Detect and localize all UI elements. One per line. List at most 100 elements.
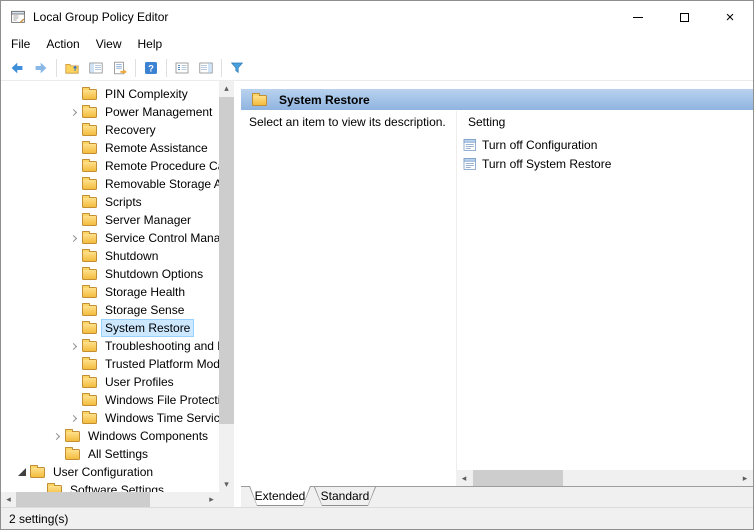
window-title: Local Group Policy Editor [33, 10, 169, 24]
tree-item-shutdown[interactable]: Shutdown [1, 247, 219, 265]
tree-item-software-settings[interactable]: Software Settings [1, 481, 219, 492]
tree-item-service-control-manag[interactable]: Service Control Manag [1, 229, 219, 247]
setting-label[interactable]: Turn off Configuration [482, 138, 597, 152]
tree-item-user-configuration[interactable]: User Configuration [1, 463, 219, 481]
tree-item-label[interactable]: Windows Components [84, 427, 212, 445]
scroll-left-button[interactable]: ◂ [1, 492, 16, 507]
chevron-collapsed-icon[interactable] [65, 414, 82, 422]
tree-item-trusted-platform-mod[interactable]: Trusted Platform Mod [1, 355, 219, 373]
tree-item-power-management[interactable]: Power Management [1, 103, 219, 121]
vertical-scroll-thumb[interactable] [219, 97, 234, 424]
horizontal-scroll-thumb[interactable] [473, 470, 563, 486]
tree-item-windows-file-protectio[interactable]: Windows File Protectio [1, 391, 219, 409]
tab-extended[interactable]: Extended [249, 486, 311, 506]
results-header: System Restore [241, 89, 753, 110]
tree-item-shutdown-options[interactable]: Shutdown Options [1, 265, 219, 283]
results-horizontal-scrollbar[interactable]: ◂ ▸ [456, 470, 753, 486]
tree-item-label[interactable]: PIN Complexity [101, 85, 192, 103]
settings-column-header[interactable]: Setting [468, 115, 505, 129]
tree-item-troubleshooting-and-d[interactable]: Troubleshooting and D [1, 337, 219, 355]
maximize-button[interactable] [661, 1, 707, 33]
window: Local Group Policy Editor × File Action Vi… [0, 0, 754, 530]
menu-help[interactable]: Help [130, 34, 171, 55]
scroll-right-button[interactable]: ▸ [737, 470, 753, 486]
show-hide-action-pane-button[interactable] [195, 57, 217, 79]
chevron-collapsed-icon[interactable] [48, 432, 65, 440]
tree-item-user-profiles[interactable]: User Profiles [1, 373, 219, 391]
tree-item-scripts[interactable]: Scripts [1, 193, 219, 211]
tree-item-label[interactable]: Remote Assistance [101, 139, 212, 157]
chevron-collapsed-icon[interactable] [65, 108, 82, 116]
tree-item-label[interactable]: Windows File Protectio [101, 391, 219, 409]
menu-action[interactable]: Action [38, 34, 87, 55]
triangle-left-icon: ◂ [461, 472, 467, 483]
tree-item-remote-assistance[interactable]: Remote Assistance [1, 139, 219, 157]
tabs: Extended Standard [249, 486, 376, 506]
chevron-expanded-icon[interactable] [13, 468, 30, 476]
tree-item-label[interactable]: Storage Health [101, 283, 189, 301]
horizontal-scroll-thumb[interactable] [16, 492, 150, 507]
tree-item-label[interactable]: System Restore [101, 319, 195, 337]
menu-view[interactable]: View [88, 34, 130, 55]
tree-item-label[interactable]: Recovery [101, 121, 160, 139]
chevron-collapsed-icon[interactable] [65, 234, 82, 242]
tree-horizontal-scrollbar[interactable]: ◂ ▸ [1, 492, 219, 507]
details-list-button[interactable] [171, 57, 193, 79]
results-header-title: System Restore [279, 92, 370, 107]
setting-item[interactable]: Turn off Configuration [463, 135, 751, 154]
tree-item-label[interactable]: Storage Sense [101, 301, 188, 319]
console-tree-pane: PIN Complexity Power Management Recovery Re… [1, 81, 234, 507]
show-hide-console-tree-button[interactable] [85, 57, 107, 79]
close-button[interactable]: × [707, 1, 753, 33]
tree-item-system-restore[interactable]: System Restore [1, 319, 219, 337]
tree-item-label[interactable]: Shutdown [101, 247, 162, 265]
scroll-left-button[interactable]: ◂ [456, 470, 472, 486]
tree-item-label[interactable]: Trusted Platform Mod [101, 355, 219, 373]
tree-item-windows-time-service[interactable]: Windows Time Service [1, 409, 219, 427]
tree-item-server-manager[interactable]: Server Manager [1, 211, 219, 229]
tree-item-label[interactable]: All Settings [84, 445, 152, 463]
setting-item[interactable]: Turn off System Restore [463, 154, 751, 173]
scroll-right-button[interactable]: ▸ [204, 492, 219, 507]
tree-item-removable-storage-ac[interactable]: Removable Storage Ac [1, 175, 219, 193]
tree-item-label[interactable]: Scripts [101, 193, 146, 211]
tree-item-storage-health[interactable]: Storage Health [1, 283, 219, 301]
scroll-up-button[interactable]: ▴ [219, 81, 234, 96]
scroll-down-button[interactable]: ▾ [219, 477, 234, 492]
scrollbar-corner [219, 492, 234, 507]
tree-item-label[interactable]: User Configuration [49, 463, 157, 481]
minimize-button[interactable] [615, 1, 661, 33]
tree-item-label[interactable]: Software Settings [66, 481, 168, 492]
tree-item-label[interactable]: Remote Procedure Cal [101, 157, 219, 175]
folder-icon [82, 267, 97, 280]
console-tree: PIN Complexity Power Management Recovery Re… [1, 81, 219, 492]
tree-item-pin-complexity[interactable]: PIN Complexity [1, 85, 219, 103]
tree-item-windows-components[interactable]: Windows Components [1, 427, 219, 445]
tree-vertical-scrollbar[interactable]: ▴ ▾ [219, 81, 234, 492]
menu-file[interactable]: File [3, 34, 38, 55]
tree-item-label[interactable]: User Profiles [101, 373, 178, 391]
folder-icon [82, 321, 97, 334]
filter-button[interactable] [226, 57, 248, 79]
chevron-collapsed-icon[interactable] [65, 342, 82, 350]
tree-item-label[interactable]: Windows Time Service [101, 409, 219, 427]
help-button[interactable]: ? [140, 57, 162, 79]
forward-button[interactable] [30, 57, 52, 79]
tree-item-label[interactable]: Shutdown Options [101, 265, 207, 283]
triangle-left-icon: ◂ [6, 494, 11, 504]
tree-item-remote-procedure-cal[interactable]: Remote Procedure Cal [1, 157, 219, 175]
tree-item-label[interactable]: Removable Storage Ac [101, 175, 219, 193]
up-one-level-button[interactable] [61, 57, 83, 79]
tree-item-label[interactable]: Server Manager [101, 211, 195, 229]
export-list-button[interactable] [109, 57, 131, 79]
tree-item-label[interactable]: Troubleshooting and D [101, 337, 219, 355]
back-button[interactable] [6, 57, 28, 79]
tree-item-recovery[interactable]: Recovery [1, 121, 219, 139]
tree-item-label[interactable]: Power Management [101, 103, 216, 121]
tab-standard[interactable]: Standard [314, 487, 376, 506]
folder-icon [82, 177, 97, 190]
tree-item-label[interactable]: Service Control Manag [101, 229, 219, 247]
setting-label[interactable]: Turn off System Restore [482, 157, 611, 171]
tree-item-all-settings[interactable]: All Settings [1, 445, 219, 463]
tree-item-storage-sense[interactable]: Storage Sense [1, 301, 219, 319]
